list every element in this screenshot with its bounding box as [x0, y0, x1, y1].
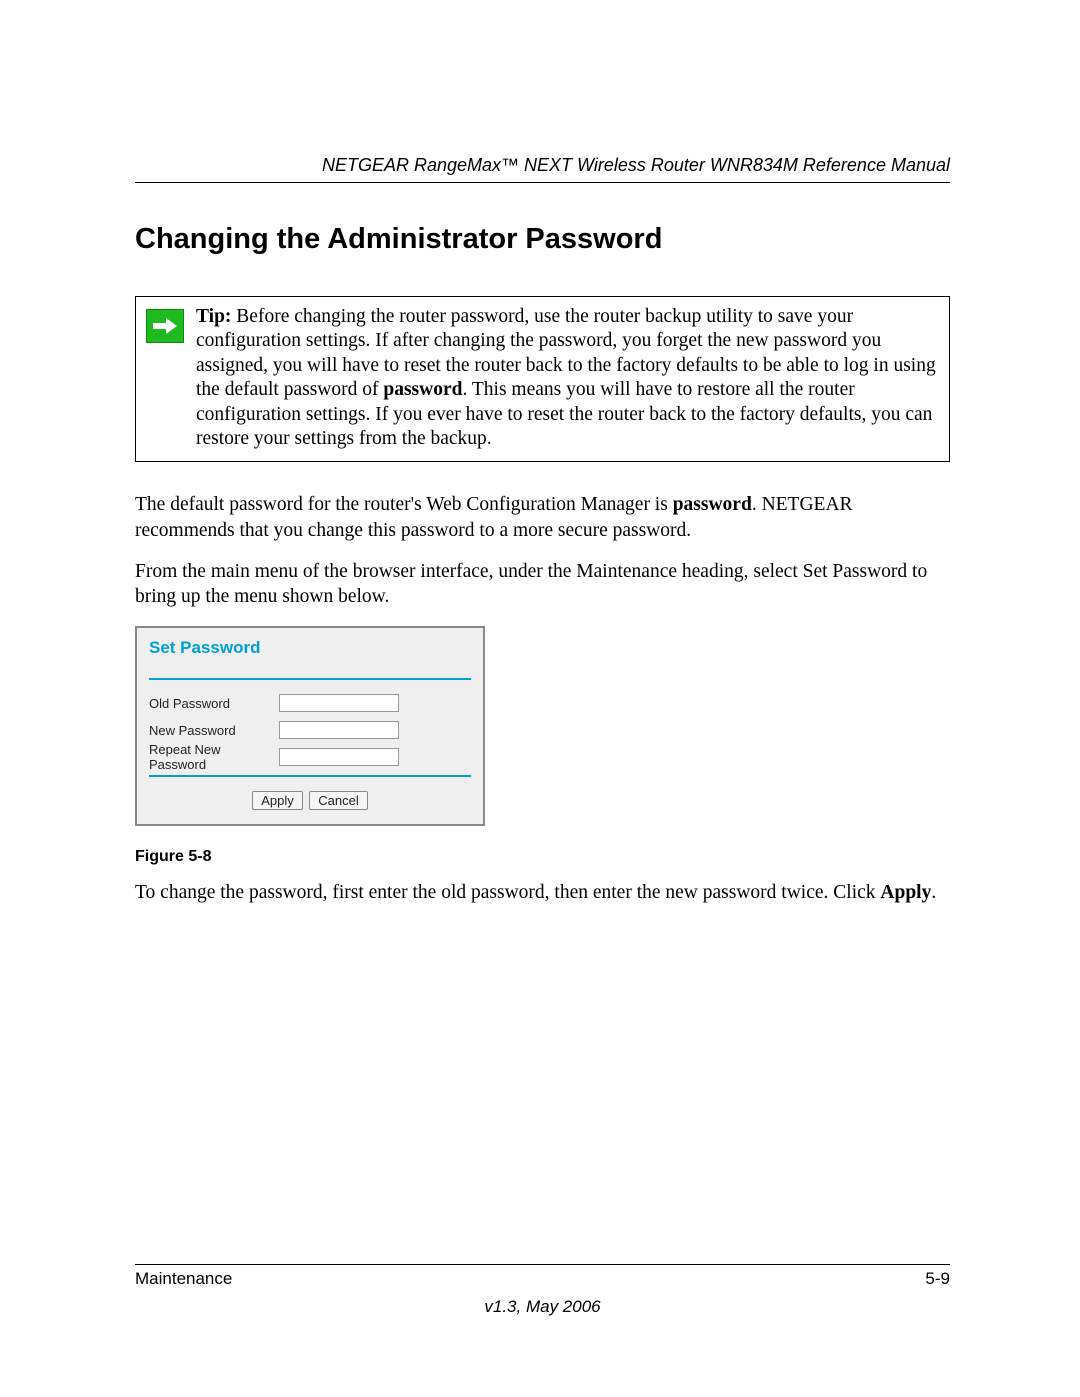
paragraph-2: From the main menu of the browser interf… — [135, 559, 950, 610]
para3-before: To change the password, first enter the … — [135, 882, 880, 903]
footer-version: v1.3, May 2006 — [135, 1297, 950, 1317]
tip-box: Tip: Before changing the router password… — [135, 296, 950, 462]
dialog-title: Set Password — [149, 638, 471, 658]
running-header: NETGEAR RangeMax™ NEXT Wireless Router W… — [135, 155, 950, 183]
apply-button[interactable]: Apply — [252, 791, 303, 810]
repeat-password-label: Repeat New Password — [149, 742, 279, 772]
old-password-label: Old Password — [149, 696, 279, 711]
new-password-label: New Password — [149, 723, 279, 738]
paragraph-1: The default password for the router's We… — [135, 492, 950, 543]
tip-arrow-icon — [146, 309, 184, 343]
divider — [149, 775, 471, 777]
section-title: Changing the Administrator Password — [135, 223, 950, 256]
page-footer: Maintenance 5-9 v1.3, May 2006 — [135, 1264, 950, 1317]
footer-section: Maintenance — [135, 1269, 232, 1289]
tip-label: Tip: — [196, 306, 231, 327]
figure-set-password: Set Password Old Password New Password R… — [135, 626, 950, 826]
tip-bold: password — [383, 379, 462, 400]
new-password-input[interactable] — [279, 721, 399, 739]
tip-text: Tip: Before changing the router password… — [196, 305, 939, 451]
set-password-dialog: Set Password Old Password New Password R… — [135, 626, 485, 826]
footer-page-number: 5-9 — [925, 1269, 950, 1289]
para3-after: . — [931, 882, 936, 903]
para3-bold: Apply — [880, 882, 931, 903]
cancel-button[interactable]: Cancel — [309, 791, 367, 810]
para1-bold: password — [673, 494, 752, 515]
repeat-password-input[interactable] — [279, 748, 399, 766]
paragraph-3: To change the password, first enter the … — [135, 880, 950, 905]
old-password-input[interactable] — [279, 694, 399, 712]
para1-before: The default password for the router's We… — [135, 494, 673, 515]
figure-caption: Figure 5-8 — [135, 848, 950, 866]
divider — [149, 678, 471, 680]
